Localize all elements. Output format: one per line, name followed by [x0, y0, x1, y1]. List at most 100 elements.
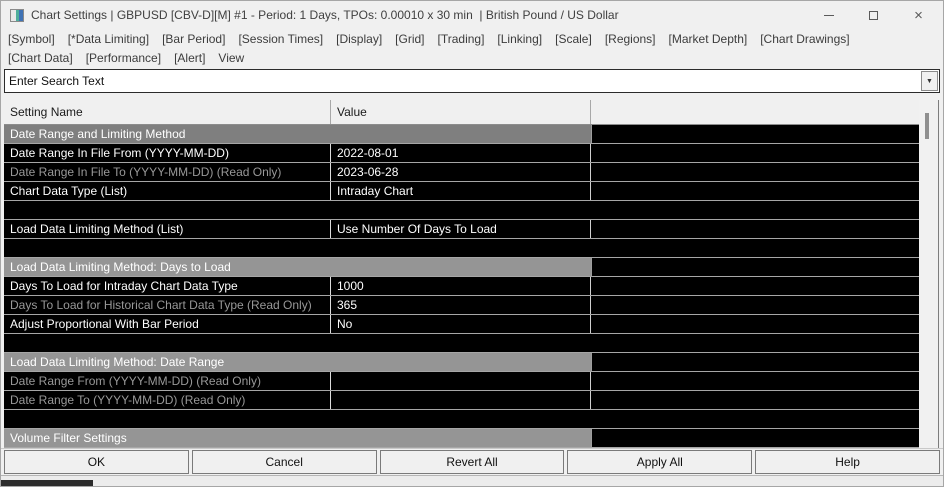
extra-cell [592, 258, 919, 276]
section-label: Load Data Limiting Method: Date Range [4, 353, 592, 371]
chart-settings-window: Chart Settings | GBPUSD [CBV-D][M] #1 - … [0, 0, 944, 487]
close-icon: × [914, 6, 923, 24]
spacer-row [4, 410, 919, 429]
ok-button[interactable]: OK [4, 450, 189, 474]
setting-value[interactable] [331, 391, 591, 409]
extra-cell [591, 391, 919, 409]
setting-row-adjust-proportional-with-bar-period[interactable]: Adjust Proportional With Bar Period No [4, 315, 919, 334]
column-header-setting-name[interactable]: Setting Name [4, 100, 331, 124]
section-row-load-data-limiting-method-days-to-load: Load Data Limiting Method: Days to Load [4, 258, 919, 277]
menu-linking[interactable]: [Linking] [497, 32, 542, 46]
menu-market-depth[interactable]: [Market Depth] [669, 32, 748, 46]
section-label: Date Range and Limiting Method [4, 125, 592, 143]
setting-value[interactable]: 365 [331, 296, 591, 314]
app-icon [10, 8, 24, 22]
section-row-volume-filter-settings: Volume Filter Settings [4, 429, 919, 448]
settings-table: Setting Name Value Date Range and Limiti… [4, 100, 919, 448]
section-label: Volume Filter Settings [4, 429, 592, 447]
column-header-value[interactable]: Value [331, 100, 591, 124]
setting-value[interactable]: 2022-08-01 [331, 144, 591, 162]
search-input[interactable] [5, 70, 921, 92]
extra-cell [591, 372, 919, 390]
setting-value[interactable]: 2023-06-28 [331, 163, 591, 181]
section-row-load-data-limiting-method-date-range: Load Data Limiting Method: Date Range [4, 353, 919, 372]
vertical-scrollbar[interactable] [919, 100, 939, 448]
table-header: Setting Name Value [4, 100, 919, 125]
menu-display[interactable]: [Display] [336, 32, 382, 46]
setting-row-date-range-in-file-from-yyyy-mm-dd-[interactable]: Date Range In File From (YYYY-MM-DD) 2022… [4, 144, 919, 163]
maximize-icon [869, 10, 878, 20]
setting-row-chart-data-type-list-[interactable]: Chart Data Type (List) Intraday Chart [4, 182, 919, 201]
chevron-down-icon: ▼ [926, 77, 933, 85]
setting-name: Date Range From (YYYY-MM-DD) (Read Only) [4, 372, 331, 390]
menu-bar-period[interactable]: [Bar Period] [162, 32, 225, 46]
column-header-extra [591, 100, 919, 124]
extra-cell [592, 429, 919, 447]
menu-row-2: [Chart Data] [Performance] [Alert] View [1, 48, 943, 67]
setting-row-load-data-limiting-method-list-[interactable]: Load Data Limiting Method (List) Use Numb… [4, 220, 919, 239]
extra-cell [591, 315, 919, 333]
search-combo: ▼ [4, 69, 940, 93]
title-bar: Chart Settings | GBPUSD [CBV-D][M] #1 - … [1, 1, 943, 29]
combo-dropdown-button[interactable]: ▼ [921, 71, 938, 91]
extra-cell [591, 277, 919, 295]
extra-cell [592, 125, 919, 143]
setting-value[interactable]: Intraday Chart [331, 182, 591, 200]
menu-bar: [Symbol] [*Data Limiting] [Bar Period] [Ses… [1, 29, 943, 67]
menu-view[interactable]: View [218, 51, 244, 65]
menu-trading[interactable]: [Trading] [438, 32, 485, 46]
menu-alert[interactable]: [Alert] [174, 51, 205, 65]
setting-value[interactable]: 1000 [331, 277, 591, 295]
revert-all-button[interactable]: Revert All [379, 450, 565, 474]
menu-grid[interactable]: [Grid] [395, 32, 424, 46]
extra-cell [591, 144, 919, 162]
menu-symbol[interactable]: [Symbol] [8, 32, 55, 46]
setting-row-date-range-from-yyyy-mm-dd-read-only-[interactable]: Date Range From (YYYY-MM-DD) (Read Only) [4, 372, 919, 391]
setting-row-date-range-in-file-to-yyyy-mm-dd-read-only-[interactable]: Date Range In File To (YYYY-MM-DD) (Read… [4, 163, 919, 182]
apply-all-button[interactable]: Apply All [567, 450, 753, 474]
menu-chart-drawings[interactable]: [Chart Drawings] [760, 32, 849, 46]
menu-data-limiting[interactable]: [*Data Limiting] [68, 32, 149, 46]
scrollbar-thumb[interactable] [925, 113, 929, 139]
spacer-row [4, 334, 919, 353]
spacer-row [4, 201, 919, 220]
window-title: Chart Settings | GBPUSD [CBV-D][M] #1 - … [31, 8, 619, 22]
menu-session-times[interactable]: [Session Times] [238, 32, 323, 46]
setting-name: Days To Load for Intraday Chart Data Typ… [4, 277, 331, 295]
dialog-button-row: OK Cancel Revert All Apply All Help [1, 448, 943, 475]
cancel-button[interactable]: Cancel [191, 450, 377, 474]
menu-chart-data[interactable]: [Chart Data] [8, 51, 73, 65]
setting-name: Days To Load for Historical Chart Data T… [4, 296, 331, 314]
setting-name: Load Data Limiting Method (List) [4, 220, 331, 238]
maximize-button[interactable] [851, 1, 896, 29]
taskbar-edge [1, 480, 93, 486]
spacer-row [4, 239, 919, 258]
setting-name: Chart Data Type (List) [4, 182, 331, 200]
setting-row-days-to-load-for-historical-chart-data-type-read-only-[interactable]: Days To Load for Historical Chart Data T… [4, 296, 919, 315]
section-row-date-range-and-limiting-method: Date Range and Limiting Method [4, 125, 919, 144]
close-button[interactable]: × [896, 1, 941, 29]
setting-value[interactable] [331, 372, 591, 390]
extra-cell [591, 220, 919, 238]
setting-name: Adjust Proportional With Bar Period [4, 315, 331, 333]
setting-name: Date Range To (YYYY-MM-DD) (Read Only) [4, 391, 331, 409]
setting-row-date-range-to-yyyy-mm-dd-read-only-[interactable]: Date Range To (YYYY-MM-DD) (Read Only) [4, 391, 919, 410]
bottom-strip [1, 475, 943, 486]
setting-value[interactable]: No [331, 315, 591, 333]
settings-rows: Date Range and Limiting Method Date Range… [4, 125, 919, 448]
extra-cell [591, 182, 919, 200]
extra-cell [592, 353, 919, 371]
menu-scale[interactable]: [Scale] [555, 32, 592, 46]
menu-performance[interactable]: [Performance] [86, 51, 161, 65]
minimize-button[interactable] [806, 1, 851, 29]
menu-row-1: [Symbol] [*Data Limiting] [Bar Period] [Ses… [1, 29, 943, 48]
section-label: Load Data Limiting Method: Days to Load [4, 258, 592, 276]
help-button[interactable]: Help [755, 450, 940, 474]
setting-row-days-to-load-for-intraday-chart-data-type[interactable]: Days To Load for Intraday Chart Data Typ… [4, 277, 919, 296]
setting-name: Date Range In File To (YYYY-MM-DD) (Read… [4, 163, 331, 181]
setting-name: Date Range In File From (YYYY-MM-DD) [4, 144, 331, 162]
menu-regions[interactable]: [Regions] [605, 32, 656, 46]
extra-cell [591, 296, 919, 314]
setting-value[interactable]: Use Number Of Days To Load [331, 220, 591, 238]
minimize-icon [823, 14, 834, 16]
